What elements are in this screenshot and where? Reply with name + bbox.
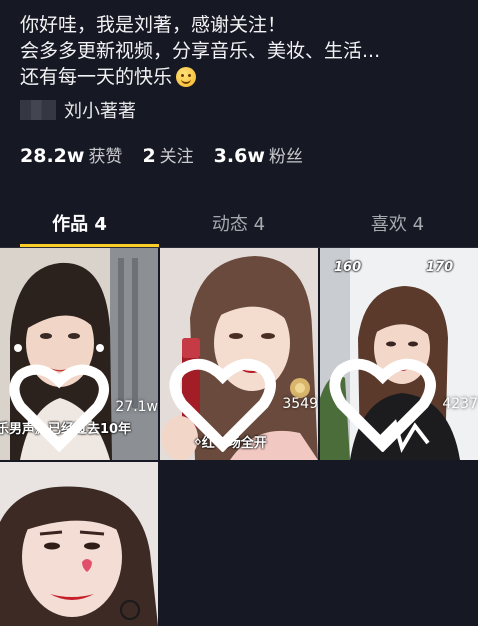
- video-2-likes-count: 3549: [282, 396, 318, 413]
- heart-icon: [169, 359, 276, 452]
- stat-followers-label: 粉丝: [268, 147, 303, 167]
- video-1-likes: 27.1w: [8, 362, 158, 452]
- video-3-likes: 4237: [328, 356, 478, 452]
- video-1-likes-count: 27.1w: [115, 399, 158, 416]
- video-3-overlay-left: 160: [334, 260, 362, 275]
- tab-moments[interactable]: 动态 4: [159, 196, 318, 247]
- bio-line-1: 你好哇，我是刘著，感谢关注！: [20, 14, 287, 36]
- stat-likes: 28.2w 获赞: [20, 142, 122, 167]
- stat-following-value: 2: [142, 145, 156, 167]
- blurred-avatar: [20, 100, 56, 120]
- video-3-likes-count: 4237: [442, 396, 478, 413]
- video-thumbnail-3[interactable]: 160 170 4237: [320, 248, 478, 460]
- bio-line-2: 会多多更新视频，分享音乐、美妆、生活...: [20, 40, 381, 62]
- heart-icon: [329, 359, 436, 452]
- profile-tabs: 作品 4 动态 4 喜欢 4: [0, 196, 478, 248]
- tab-works[interactable]: 作品 4: [0, 196, 159, 247]
- video-thumbnail-1[interactable]: 乐男声》已经过去10年 27.1w: [0, 248, 158, 460]
- video-2-likes: 3549: [168, 356, 318, 452]
- stat-followers-value: 3.6w: [213, 145, 265, 167]
- nickname-row: 刘小著著: [20, 97, 136, 123]
- video-4-image: [0, 462, 158, 626]
- heart-icon: [9, 365, 110, 452]
- stat-likes-value: 28.2w: [20, 145, 85, 167]
- bio-line-3-text: 还有每一天的快乐: [20, 66, 173, 88]
- stat-following-label: 关注: [159, 147, 194, 167]
- bio-line-3: 还有每一天的快乐: [20, 64, 460, 90]
- profile-stats: 28.2w 获赞 2 关注 3.6w 粉丝: [20, 142, 323, 167]
- nickname: 刘小著著: [64, 101, 136, 122]
- stat-likes-label: 获赞: [88, 147, 123, 167]
- video-3-overlay-right: 170: [426, 260, 454, 275]
- video-thumbnail-2[interactable]: ᛜ红气场全开 3549: [160, 248, 318, 460]
- video-thumbnail-4[interactable]: [0, 462, 158, 626]
- tab-liked[interactable]: 喜欢 4: [318, 196, 477, 247]
- stat-followers[interactable]: 3.6w 粉丝: [214, 142, 303, 167]
- profile-bio: 你好哇，我是刘著，感谢关注！ 会多多更新视频，分享音乐、美妆、生活... 还有每…: [20, 12, 460, 90]
- stat-following[interactable]: 2 关注: [142, 142, 193, 167]
- smile-emoji-icon: [176, 67, 197, 87]
